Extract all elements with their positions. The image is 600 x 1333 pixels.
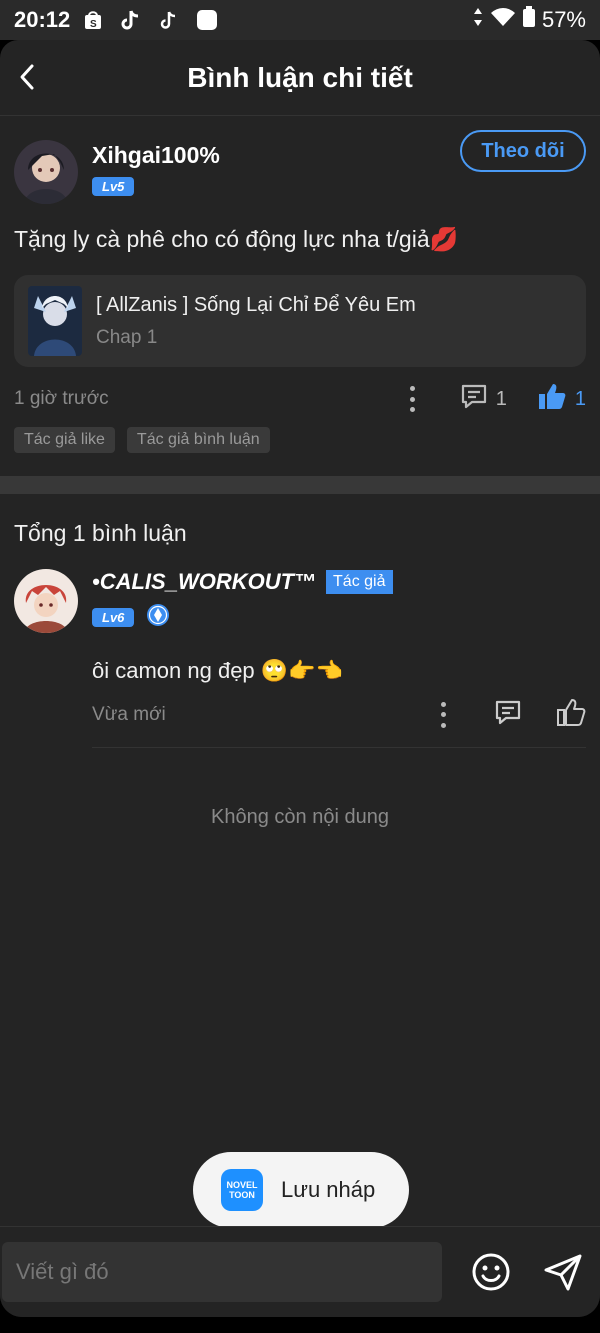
square-app-icon xyxy=(196,9,218,31)
back-icon[interactable] xyxy=(14,62,44,92)
draft-saved-toast: NOVEL TOON Lưu nháp xyxy=(193,1152,409,1228)
tiktok-lite-icon xyxy=(158,9,180,31)
status-bar: 20:12 S 57% xyxy=(0,0,600,40)
like-button[interactable]: 1 xyxy=(537,382,586,416)
tiktok-icon xyxy=(120,9,142,31)
post-time: 1 giờ trước xyxy=(14,388,109,409)
work-chapter: Chap 1 xyxy=(96,326,158,348)
comment-text: ôi camon ng đẹp xyxy=(92,658,255,683)
tag-list: Tác giả like Tác giả bình luận xyxy=(14,427,586,453)
tag-author-like: Tác giả like xyxy=(14,427,115,453)
battery-percent: 57% xyxy=(541,7,586,32)
total-comments: Tổng 1 bình luận xyxy=(14,520,187,546)
shopee-icon: S xyxy=(82,9,104,31)
more-options-icon[interactable] xyxy=(410,386,416,412)
battery-icon xyxy=(522,6,536,34)
work-title: [ AllZanis ] Sống Lại Chỉ Để Yêu Em xyxy=(96,293,416,316)
reply-count: 1 xyxy=(495,387,507,410)
post-author-row: Xihgai100% Lv5 Theo dõi xyxy=(14,130,586,204)
thumbs-up-icon[interactable] xyxy=(556,698,586,731)
end-of-list: Không còn nội dung xyxy=(211,806,389,828)
comment-meta: Vừa mới xyxy=(92,698,586,748)
emoji-icon[interactable] xyxy=(470,1251,512,1293)
thumbs-up-filled-icon xyxy=(537,382,567,416)
wifi-icon xyxy=(490,7,516,33)
work-cover xyxy=(28,286,82,356)
svg-text:S: S xyxy=(90,19,97,30)
work-card[interactable]: [ AllZanis ] Sống Lại Chỉ Để Yêu Em Chap… xyxy=(14,275,586,367)
noveltoon-logo: NOVEL TOON xyxy=(221,1169,263,1211)
reply-icon[interactable] xyxy=(494,699,522,730)
status-right: 57% xyxy=(472,6,586,34)
comment-content: Tặng ly cà phê cho có động lực nha t/giả… xyxy=(14,226,459,252)
avatar[interactable] xyxy=(14,140,78,204)
level-badge: Lv6 xyxy=(92,608,135,627)
comment-emojis: 🙄👉👈 xyxy=(260,658,343,683)
more-options-icon[interactable] xyxy=(440,701,446,728)
author-badge: Tác giả xyxy=(326,570,393,594)
comment-composer xyxy=(0,1226,600,1317)
post-username[interactable]: Xihgai100% xyxy=(92,142,220,169)
page-title: Bình luận chi tiết xyxy=(187,61,413,93)
avatar[interactable] xyxy=(14,569,78,633)
comment-text-row: ôi camon ng đẹp 🙄👉👈 xyxy=(92,658,586,684)
comment-input[interactable] xyxy=(2,1242,442,1302)
toast-text: Lưu nháp xyxy=(281,1177,376,1202)
comment-list: Tổng 1 bình luận •CALIS_WORKOUT™ Tác giả… xyxy=(0,520,600,829)
like-count: 1 xyxy=(574,387,586,410)
diamond-badge-icon xyxy=(146,603,170,632)
tag-author-comment: Tác giả bình luận xyxy=(126,427,270,453)
level-badge: Lv5 xyxy=(92,177,135,196)
comment-icon xyxy=(460,383,488,415)
nav-bar-strip xyxy=(0,1317,600,1333)
main-comment: Xihgai100% Lv5 Theo dõi Tặng ly cà phê c… xyxy=(0,116,600,476)
section-divider xyxy=(0,476,600,494)
follow-button[interactable]: Theo dõi xyxy=(460,130,586,172)
post-meta: 1 giờ trước 1 1 xyxy=(14,382,586,416)
top-bar: Bình luận chi tiết xyxy=(0,40,600,116)
send-icon[interactable] xyxy=(542,1251,584,1293)
data-arrows-icon xyxy=(472,7,484,33)
comment-username[interactable]: •CALIS_WORKOUT™ xyxy=(92,569,316,595)
reply-button[interactable]: 1 xyxy=(460,383,507,415)
comment-time: Vừa mới xyxy=(92,703,166,725)
comment-detail-screen: Bình luận chi tiết Xihgai100% Lv5 Theo d… xyxy=(0,40,600,1317)
list-item: •CALIS_WORKOUT™ Tác giả Lv6 ôi camon ng … xyxy=(14,569,586,748)
status-time: 20:12 xyxy=(14,7,71,32)
